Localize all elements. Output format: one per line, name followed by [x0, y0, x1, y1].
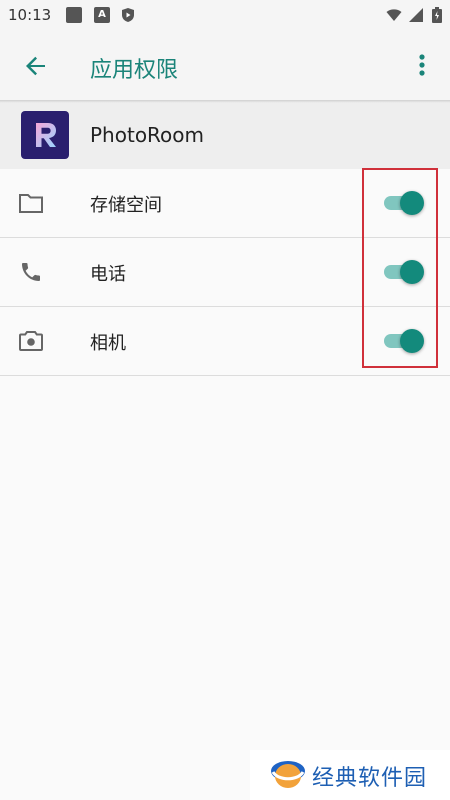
permission-label: 电话	[90, 264, 126, 285]
app-name: PhotoRoom	[90, 123, 205, 147]
back-button[interactable]	[18, 48, 54, 84]
permission-label: 存储空间	[90, 195, 162, 216]
wifi-icon	[386, 7, 402, 23]
more-vert-icon	[419, 54, 425, 76]
status-bar: 10:13 A	[0, 0, 450, 30]
a-notification-icon: A	[94, 7, 110, 23]
cell-signal-icon	[408, 7, 424, 23]
arrow-back-icon	[26, 56, 45, 76]
folder-icon	[18, 191, 44, 215]
camera-icon	[18, 329, 44, 353]
watermark: 经典软件园	[250, 750, 450, 800]
page-title: 应用权限	[90, 58, 179, 83]
app-logo	[21, 111, 69, 159]
more-options-button[interactable]	[408, 50, 436, 82]
highlight-box	[362, 168, 438, 368]
watermark-text: 经典软件园	[312, 766, 428, 791]
app-bar: 应用权限	[0, 30, 450, 102]
battery-icon	[432, 7, 442, 23]
watermark-logo-icon	[271, 761, 305, 788]
phone-icon	[18, 260, 44, 284]
app-header: PhotoRoom	[0, 103, 450, 169]
status-time: 10:13	[8, 6, 52, 24]
square-notification-icon	[66, 7, 82, 23]
permission-label: 相机	[90, 333, 126, 354]
shield-play-icon	[120, 7, 136, 23]
